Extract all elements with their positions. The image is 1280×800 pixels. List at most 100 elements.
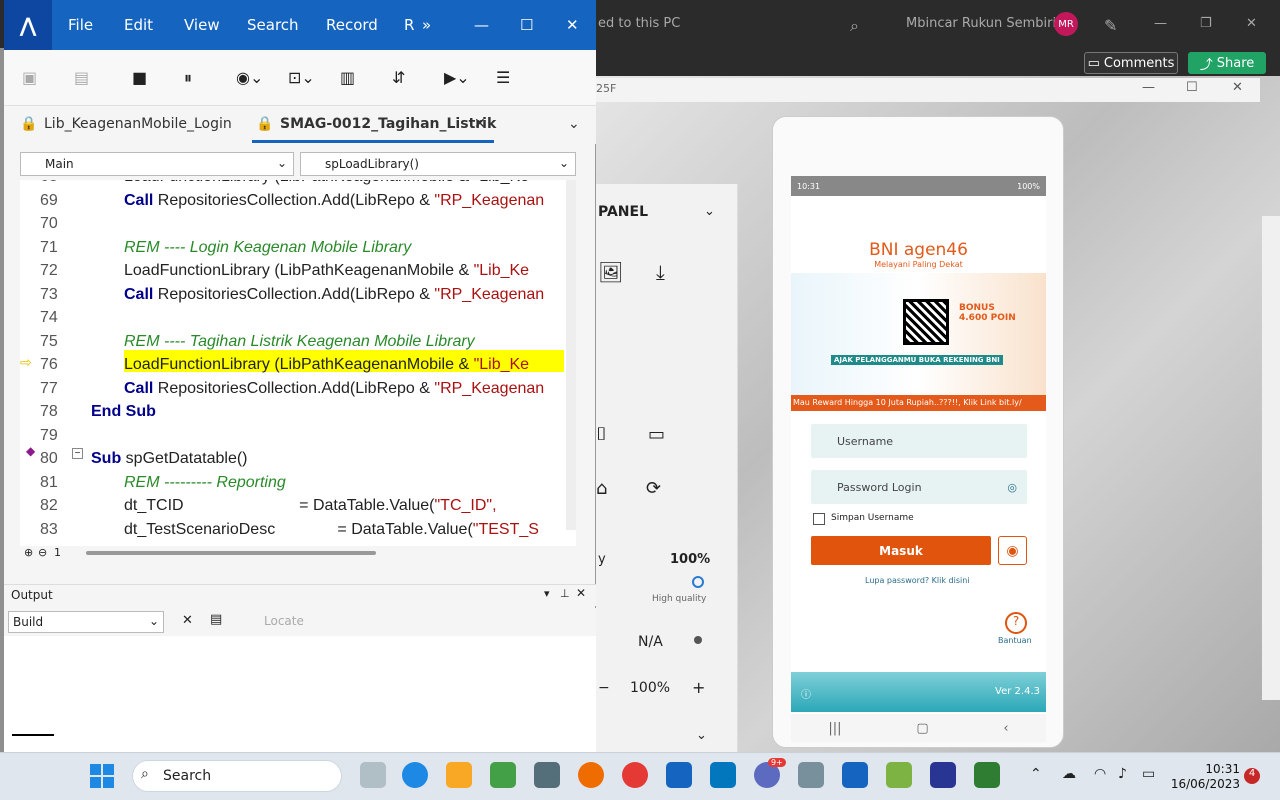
chevron-right-icon[interactable]: »: [422, 16, 431, 34]
menu-record[interactable]: Record: [326, 16, 378, 34]
menu-file[interactable]: File: [68, 16, 93, 34]
close-icon[interactable]: ✕: [1246, 16, 1257, 31]
archive-icon[interactable]: ▥: [340, 68, 355, 87]
info-icon[interactable]: ⓘ: [801, 686, 811, 701]
share-button[interactable]: ⤴ Share: [1188, 52, 1266, 74]
app-icon[interactable]: [534, 762, 560, 788]
close-icon[interactable]: ✕: [576, 586, 586, 600]
notification-center-badge[interactable]: 4: [1244, 768, 1260, 784]
remember-checkbox[interactable]: [813, 513, 825, 525]
output-body[interactable]: [4, 636, 596, 752]
eye-off-icon[interactable]: ◎: [1007, 481, 1017, 494]
comments-button[interactable]: ▭ Comments: [1084, 52, 1178, 74]
chrome-icon[interactable]: [622, 762, 648, 788]
home-icon[interactable]: ▢: [916, 721, 928, 736]
quality-slider-handle[interactable]: [692, 576, 704, 588]
pause-icon[interactable]: ⏸: [184, 68, 192, 88]
promo-banner[interactable]: BONUS 4.600 POIN AJAK PELANGGANMU BUKA R…: [791, 273, 1046, 395]
uft-icon[interactable]: [842, 762, 868, 788]
procedure-combo[interactable]: spLoadLibrary() ⌄: [300, 152, 576, 176]
image-icon[interactable]: 🖼: [598, 260, 623, 284]
save-all-icon[interactable]: ▤: [74, 68, 89, 87]
firefox-icon[interactable]: [578, 762, 604, 788]
word-wrap-icon[interactable]: ▤: [210, 612, 222, 627]
app-icon[interactable]: [930, 762, 956, 788]
app-icon[interactable]: [490, 762, 516, 788]
start-icon[interactable]: [90, 764, 114, 788]
tab-lib-login[interactable]: Lib_KeagenanMobile_Login: [44, 116, 232, 132]
close-icon[interactable]: ✕: [566, 16, 579, 34]
forgot-password-link[interactable]: Lupa password? Klik disini: [865, 576, 970, 585]
clear-icon[interactable]: ✕: [182, 613, 193, 628]
record-icon[interactable]: ◉⌄: [236, 68, 263, 87]
excel-icon[interactable]: [974, 762, 1000, 788]
sync-icon[interactable]: ⇵: [392, 68, 405, 87]
editor-vertical-scrollbar[interactable]: [566, 180, 576, 530]
chevron-up-icon[interactable]: ⌃: [1030, 766, 1042, 782]
search-icon[interactable]: ⌕: [850, 16, 859, 36]
wifi-icon[interactable]: ◠: [1094, 766, 1106, 782]
cloud-icon[interactable]: ☁: [1062, 766, 1076, 782]
download-icon[interactable]: ⤓: [656, 260, 665, 284]
app-icon[interactable]: [886, 762, 912, 788]
sync-icon[interactable]: ⟳: [646, 478, 661, 499]
help-label[interactable]: Bantuan: [998, 636, 1032, 645]
chevron-down-icon[interactable]: ⌄: [704, 204, 715, 219]
menu-edit[interactable]: Edit: [124, 16, 153, 34]
lock-icon[interactable]: ⌂: [596, 478, 607, 499]
save-icon[interactable]: ▣: [22, 68, 37, 87]
run-icon[interactable]: ▶⌄: [444, 68, 470, 87]
back-icon[interactable]: ‹: [1003, 721, 1008, 736]
right-scrollbar[interactable]: [1262, 216, 1280, 700]
pin-icon[interactable]: ⊥: [560, 587, 570, 600]
recent-apps-icon[interactable]: |||: [828, 721, 841, 736]
clock[interactable]: 10:31 16/06/2023: [1170, 762, 1240, 792]
stop-icon[interactable]: ■: [132, 68, 147, 87]
minimize-icon[interactable]: —: [1154, 16, 1167, 31]
code-editor[interactable]: ⇨ ◆ − 68LoadFunctionLibrary (LibPathKeag…: [20, 180, 576, 546]
maximize-icon[interactable]: ☐: [520, 16, 533, 34]
scope-combo[interactable]: Main ⌄: [20, 152, 294, 176]
app-icon[interactable]: [710, 762, 736, 788]
login-button[interactable]: Masuk: [811, 536, 991, 565]
maximize-icon[interactable]: ❐: [1200, 16, 1212, 31]
maximize-icon[interactable]: ☐: [1186, 80, 1198, 95]
battery-icon[interactable]: ▭: [1142, 766, 1155, 782]
video-icon[interactable]: ▭: [648, 424, 665, 445]
object-spy-icon[interactable]: ⊡⌄: [288, 68, 315, 87]
zoom-reset-icon[interactable]: 1: [54, 546, 61, 559]
menu-view[interactable]: View: [184, 16, 220, 34]
locate-button[interactable]: Locate: [264, 614, 304, 628]
password-field[interactable]: Password Login ◎: [811, 470, 1027, 504]
username-field[interactable]: Username: [811, 424, 1027, 458]
zoom-out-icon[interactable]: ⊖: [38, 546, 47, 559]
list-icon[interactable]: ☰: [496, 68, 510, 87]
camera-icon[interactable]: ⌷: [596, 424, 607, 445]
minimize-icon[interactable]: —: [474, 16, 489, 34]
chevron-down-icon[interactable]: ⌄: [568, 116, 580, 132]
edge-icon[interactable]: [402, 762, 428, 788]
pen-icon[interactable]: ✎: [1104, 16, 1117, 35]
taskbar-search[interactable]: ⌕ Search: [132, 760, 342, 792]
zoom-out-icon[interactable]: −: [598, 680, 610, 696]
menu-search[interactable]: Search: [247, 16, 299, 34]
chevron-down-icon[interactable]: ▾: [544, 587, 550, 600]
output-source-select[interactable]: Build ⌄: [8, 611, 164, 633]
fingerprint-icon[interactable]: ◉: [998, 536, 1027, 565]
horizontal-scroll-thumb[interactable]: [86, 551, 376, 555]
close-tab-icon[interactable]: ✕: [474, 116, 486, 132]
app-icon[interactable]: [666, 762, 692, 788]
editor-horizontal-scrollbar[interactable]: ⊕ ⊖ 1: [20, 546, 576, 560]
file-explorer-icon[interactable]: [446, 762, 472, 788]
avatar[interactable]: MR: [1054, 12, 1078, 36]
minimize-icon[interactable]: —: [1142, 80, 1155, 95]
marquee-text[interactable]: Mau Reward Hingga 10 Juta Rupiah..???!!,…: [791, 395, 1046, 411]
close-icon[interactable]: ✕: [1232, 80, 1243, 95]
menu-run[interactable]: R: [404, 16, 414, 34]
chevron-down-icon[interactable]: ⌄: [696, 728, 707, 743]
tab-tagihan-listrik[interactable]: SMAG-0012_Tagihan_Listrik: [280, 116, 496, 132]
help-icon[interactable]: ?: [1005, 612, 1027, 634]
settings-icon[interactable]: [798, 762, 824, 788]
zoom-in-icon[interactable]: +: [692, 678, 705, 697]
zoom-in-icon[interactable]: ⊕: [24, 546, 33, 559]
